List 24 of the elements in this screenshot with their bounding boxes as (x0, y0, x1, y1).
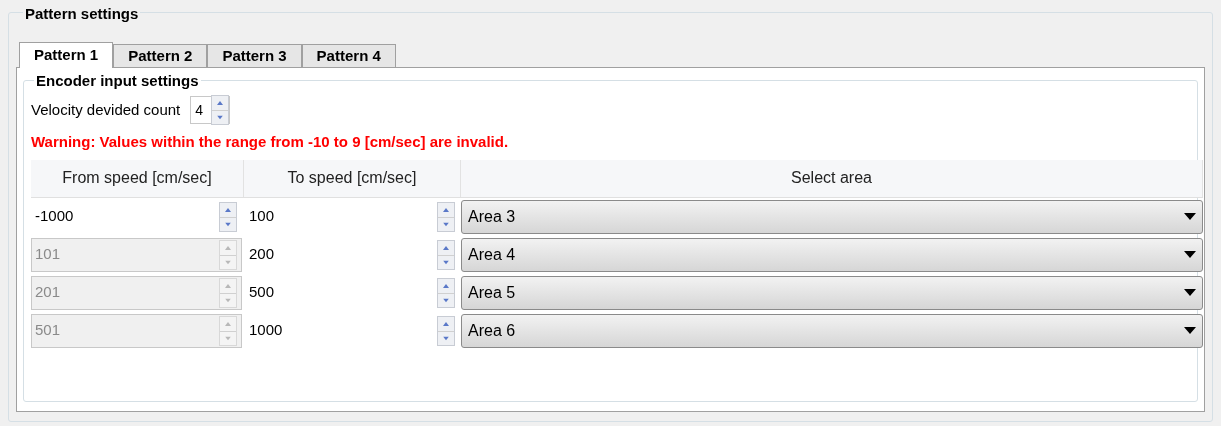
tab[interactable]: Pattern 3 (207, 44, 302, 67)
caret-icon (1184, 251, 1196, 258)
column-header: From speed [cm/sec] (31, 159, 244, 197)
spin-buttons[interactable] (437, 315, 455, 346)
spin-buttons[interactable] (219, 201, 237, 232)
spin-buttons[interactable] (437, 239, 455, 270)
warning-text: Warning: Values within the range from -10 to 9 [cm/sec] are invalid. (31, 132, 510, 152)
tab[interactable]: Pattern 4 (301, 44, 396, 67)
velocity-spinbox[interactable]: 4 (190, 96, 231, 124)
column-header: Select area (461, 159, 1203, 197)
caret-icon (1184, 289, 1196, 296)
area-dropdown[interactable]: Area 3 (461, 199, 1203, 234)
caret-icon (1184, 327, 1196, 334)
spin-buttons[interactable] (437, 201, 455, 232)
area-dropdown[interactable]: Area 6 (461, 313, 1203, 348)
column-header: To speed [cm/sec] (244, 159, 461, 197)
spin-buttons[interactable] (437, 277, 455, 308)
caret-icon (1184, 213, 1196, 220)
field-label: Velocity devided count (31, 99, 181, 120)
tab[interactable]: Pattern 1 (19, 42, 114, 68)
tab[interactable]: Pattern 2 (113, 44, 208, 67)
area-dropdown[interactable]: Area 4 (461, 237, 1203, 272)
spin-buttons[interactable] (211, 95, 230, 125)
area-dropdown[interactable]: Area 5 (461, 275, 1203, 310)
